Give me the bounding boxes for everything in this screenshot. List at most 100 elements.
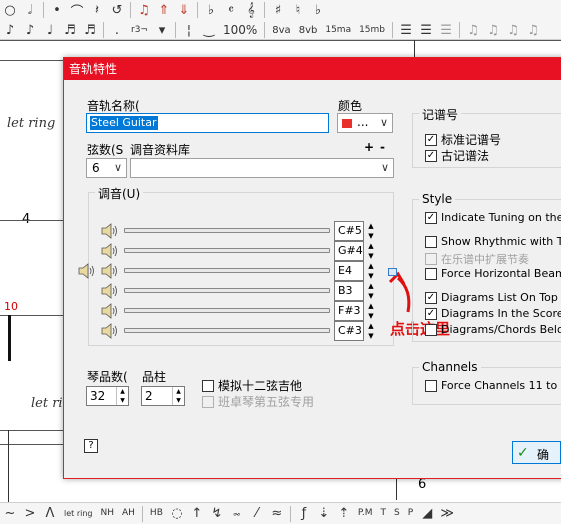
half-note-icon[interactable]: 𝅗𝅥	[20, 0, 40, 20]
capo-stepper[interactable]: 2 ▲ ▼	[141, 386, 185, 406]
whammy-icon[interactable]: ↯	[207, 504, 227, 524]
speaker-icon[interactable]	[101, 263, 119, 279]
string-slider[interactable]	[124, 268, 330, 273]
tuning-field[interactable]: G#4	[334, 241, 364, 261]
sixtyfourth-note-icon[interactable]: ♬	[80, 20, 100, 40]
zoom-level[interactable]: 100%	[219, 23, 261, 37]
layout-2-icon[interactable]: ☰	[416, 20, 436, 40]
speaker-icon[interactable]	[101, 243, 119, 259]
ottava-15mb-button[interactable]: 15mb	[355, 25, 389, 35]
tuning-field[interactable]: F#3	[334, 301, 364, 321]
accent-marcato-icon[interactable]: >	[20, 504, 40, 524]
tapping-button[interactable]: T	[377, 509, 391, 518]
whole-note-icon[interactable]: ○	[0, 0, 20, 20]
palm-mute-button[interactable]: P.M	[354, 509, 377, 518]
string-slider[interactable]	[124, 308, 330, 313]
tuning-spin-icon[interactable]: ▲ ▼	[366, 321, 376, 341]
ottava-8va-button[interactable]: 8va	[268, 25, 294, 35]
strings-select[interactable]: 6 ∨	[86, 158, 127, 178]
slide-icon[interactable]: ⁄	[247, 504, 267, 524]
chord-icon[interactable]: ♫	[134, 0, 154, 20]
natural-icon[interactable]: ♮	[288, 0, 308, 20]
natural-harmonic-button[interactable]: NH	[96, 509, 118, 518]
thirtysecond-note-icon[interactable]: ♬	[60, 20, 80, 40]
string-slider[interactable]	[124, 328, 330, 333]
ottava-8vb-button[interactable]: 8vb	[295, 25, 322, 35]
artificial-harmonic-button[interactable]: AH	[118, 509, 139, 518]
flat-icon[interactable]: ♭	[308, 0, 328, 20]
tuning-field[interactable]: B3	[334, 281, 364, 301]
arrow-down-icon[interactable]: ⇓	[174, 0, 194, 20]
rest-icon[interactable]: 𝄽	[87, 0, 107, 20]
color-select[interactable]: ... ∨	[337, 113, 393, 133]
style-option-checkbox[interactable]: ✓ Indicate Tuning on the Sc	[425, 211, 561, 224]
spin-arrows-icon[interactable]: ▲ ▼	[172, 387, 184, 405]
triplet-button[interactable]: r3¬	[127, 25, 152, 35]
dotted-note-icon[interactable]: •	[47, 0, 67, 20]
tuning-spin-icon[interactable]: ▲ ▼	[366, 281, 376, 301]
sharp-icon[interactable]: ♯	[268, 0, 288, 20]
eighth-note-icon[interactable]: ♪	[20, 20, 40, 40]
string-slider[interactable]	[124, 288, 330, 293]
banjo-checkbox[interactable]: 班卓琴第五弦专用	[202, 393, 314, 410]
string-slider[interactable]	[124, 248, 330, 253]
accent-icon[interactable]: ¦	[179, 20, 199, 40]
time-sig-icon[interactable]: 𝄴	[221, 0, 241, 20]
pop-button[interactable]: P	[404, 509, 417, 518]
add-string-button[interactable]: +	[364, 140, 374, 154]
tuning-arrow-highlight[interactable]	[388, 268, 397, 276]
triplet-dropdown-icon[interactable]: ▾	[152, 20, 172, 40]
force-channels-checkbox[interactable]: Force Channels 11 to 16	[425, 379, 561, 392]
tuning-spin-icon[interactable]: ▲ ▼	[366, 241, 376, 261]
track-name-input[interactable]: Steel Guitar	[86, 113, 329, 133]
style-option-checkbox[interactable]: ✓ Diagrams List On Top of t	[425, 291, 561, 304]
tablature-checkbox[interactable]: ✓ 古记谱法	[425, 147, 489, 164]
fade-icon[interactable]: ◢	[417, 504, 437, 524]
frets-stepper[interactable]: 32 ▲ ▼	[86, 386, 129, 406]
key-icon[interactable]: ♭	[201, 0, 221, 20]
style-option-checkbox[interactable]: 在乐谱中扩展节奏	[425, 251, 529, 267]
speaker-icon[interactable]	[101, 283, 119, 299]
style-option-checkbox[interactable]: Diagrams/Chords Below t	[425, 323, 561, 336]
layout-3-icon[interactable]: ☰	[436, 20, 456, 40]
help-icon[interactable]: ?	[84, 439, 98, 453]
brush-icon[interactable]: ⇡	[334, 504, 354, 524]
ghost-note-icon[interactable]: Λ	[40, 504, 60, 524]
style-option-checkbox[interactable]: Force Horizontal Beams	[425, 267, 561, 280]
clef-icon[interactable]: 𝄞	[241, 0, 261, 20]
style-option-checkbox[interactable]: ✓ Diagrams In the Score	[425, 307, 561, 320]
remove-string-button[interactable]: -	[380, 140, 385, 154]
slur-icon[interactable]: ‿	[199, 20, 219, 40]
repeat-icon[interactable]: ↺	[107, 0, 127, 20]
tuning-spin-icon[interactable]: ▲ ▼	[366, 221, 376, 241]
quarter-note-icon[interactable]: ♩	[40, 20, 60, 40]
beam-icon-3[interactable]: ♫	[523, 20, 543, 40]
speaker-icon[interactable]	[101, 323, 119, 339]
dot-icon[interactable]: ◌	[167, 504, 187, 524]
ok-button[interactable]: ✓ 确	[512, 441, 561, 464]
arrow-up-icon[interactable]: ⇑	[154, 0, 174, 20]
fingering-icon[interactable]: ƒ	[294, 504, 314, 524]
tuning-field[interactable]: E4	[334, 261, 364, 281]
stroke-icon[interactable]: ⇣	[314, 504, 334, 524]
tuning-spin-icon[interactable]: ▲ ▼	[366, 301, 376, 321]
let-ring-button[interactable]: let ring	[60, 509, 96, 518]
note-tie-icon[interactable]: ⌒	[67, 0, 87, 20]
trill-icon[interactable]: ~	[0, 504, 20, 524]
sixteenth-note-icon[interactable]: ♪	[0, 20, 20, 40]
beam-icon-2[interactable]: ♫	[503, 20, 523, 40]
auto-note-icon[interactable]: ♫	[463, 20, 483, 40]
spin-arrows-icon[interactable]: ▲ ▼	[116, 387, 128, 405]
tuning-spin-icon[interactable]: ▲ ▼	[366, 261, 376, 281]
standard-notation-checkbox[interactable]: ✓ 标准记谱号	[425, 131, 501, 148]
slap-button[interactable]: S	[390, 509, 404, 518]
beam-icon-1[interactable]: ♫	[483, 20, 503, 40]
tuning-field[interactable]: C#5	[334, 221, 364, 241]
dot-icon[interactable]: .	[107, 20, 127, 40]
layout-1-icon[interactable]: ☰	[396, 20, 416, 40]
vibrato-icon[interactable]: 𝆗	[227, 504, 247, 524]
tap-icon[interactable]: ↑	[187, 504, 207, 524]
speaker-all-icon[interactable]	[78, 263, 96, 279]
speaker-icon[interactable]	[101, 223, 119, 239]
speaker-icon[interactable]	[101, 303, 119, 319]
